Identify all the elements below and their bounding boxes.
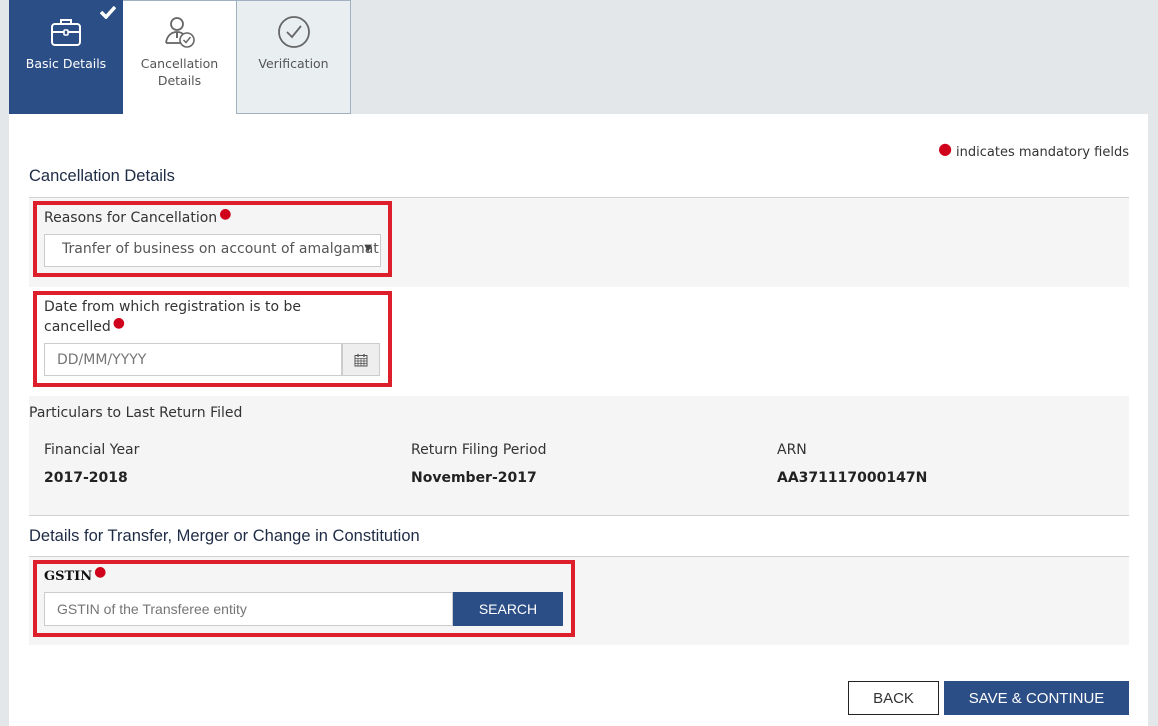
mandatory-note: ● indicates mandatory fields [938,139,1129,160]
last-return-title: Particulars to Last Return Filed [29,405,243,421]
reason-label: Reasons for Cancellation ● [44,206,232,226]
column-label: Financial Year [44,442,140,458]
section-title-cancellation: Cancellation Details [29,167,175,185]
save-continue-button[interactable]: SAVE & CONTINUE [944,681,1129,715]
tab-cancellation-details[interactable]: Cancellation Details [123,0,237,115]
briefcase-icon [51,19,81,46]
chevron-down-icon: ▼ [364,243,372,254]
divider [29,515,1129,516]
wizard-tabs: Basic Details Cancellation Details Verif… [9,0,351,115]
financial-year-column: Financial Year 2017-2018 [44,442,139,486]
mandatory-note-text: indicates mandatory fields [956,145,1129,160]
form-panel: ● indicates mandatory fields Cancellation… [9,114,1148,726]
required-marker: ● [112,315,125,331]
tab-label: Cancellation Details [140,56,219,88]
reason-select-value: Tranfer of business on account of amalga… [62,241,381,257]
calendar-button[interactable] [342,343,380,376]
date-label: Date from which registration is to be ca… [44,299,302,335]
required-marker: ● [94,564,107,580]
column-label: Return Filing Period [411,442,547,458]
section-title-transfer: Details for Transfer, Merger or Change i… [29,527,420,545]
column-value: November-2017 [411,470,537,486]
check-icon [100,5,116,19]
cancellation-date-input[interactable] [44,343,342,376]
search-button[interactable]: SEARCH [453,592,563,626]
gstin-label: GSTIN ● [44,564,107,584]
tab-label: Verification [258,56,329,71]
gstin-input[interactable] [44,592,453,626]
check-circle-icon [277,16,310,48]
tab-label: Basic Details [25,56,107,71]
column-label: ARN [777,442,807,458]
back-button[interactable]: BACK [848,681,939,715]
return-period-column: Return Filing Period November-2017 [411,442,546,486]
user-check-icon [164,17,195,48]
tab-verification[interactable]: Verification [237,0,351,114]
mandatory-dot-icon: ● [938,139,953,158]
arn-column: ARN AA371117000147N [777,442,927,486]
tab-basic-details[interactable]: Basic Details [9,0,123,114]
column-value: 2017-2018 [44,470,128,486]
required-marker: ● [219,206,232,222]
reason-select[interactable]: Tranfer of business on account of amalga… [44,234,381,267]
calendar-icon [354,353,368,366]
column-value: AA371117000147N [777,470,928,486]
